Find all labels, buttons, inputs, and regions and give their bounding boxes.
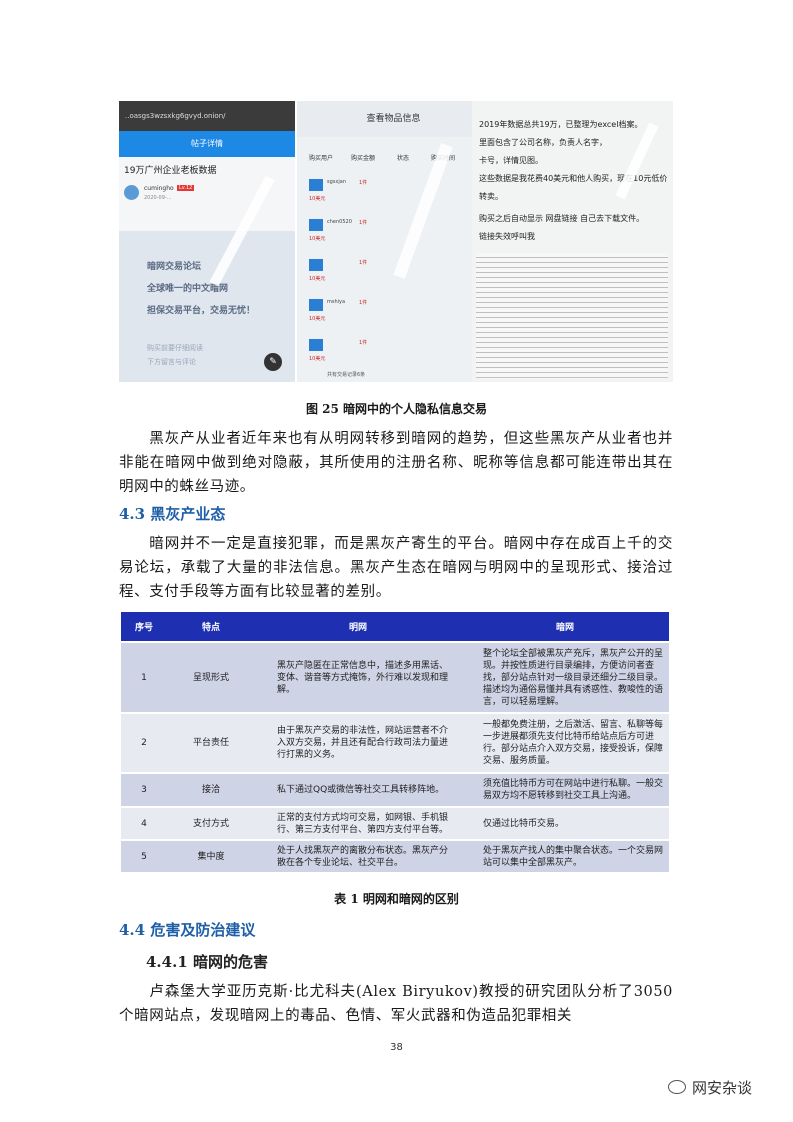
cell-feature: 呈现形式 [167, 641, 255, 713]
paragraph-text: 卢森堡大学亚历克斯·比尤科夫(Alex Biryukov)教授的研究团队分析了3… [119, 984, 673, 1024]
cell-clearnet: 正常的支付方式均可交易，如网银、手机银行、第三方支付平台、第四方支付平台等。 [255, 806, 461, 840]
table-row: 2 平台责任 由于黑灰产交易的非法性，网站运营者不介入双方交易，并且还有配合行政… [121, 712, 669, 773]
cell-feature: 接洽 [167, 772, 255, 807]
table-row: 1 呈现形式 黑灰产隐匿在正常信息中，描述多用黑话、变体、谐音等方式掩饰，外行难… [121, 641, 669, 713]
column-header: 购买金额 [351, 155, 376, 162]
figure-photos: ..oasgs3wzsxkg6gvyd.onion/ 帖子详情 19万广州企业老… [119, 101, 673, 382]
item-thumbnail [309, 179, 323, 191]
record-buyer: sgsxjan [327, 179, 346, 185]
cell-clearnet: 黑灰产隐匿在正常信息中，描述多用黑话、变体、谐音等方式掩饰，外行难以发现和理解。 [255, 641, 461, 713]
record-row: 1件 10美元 [309, 335, 479, 375]
record-price: 10美元 [309, 356, 326, 362]
banner-note: 购买前要仔细阅读 [147, 344, 203, 352]
screenshot-sale-description: 2019年数据总共19万，已整理为excel档案。 里面包含了公司名称，负责人名… [472, 101, 673, 382]
banner-line: 暗网交易论坛 [147, 262, 202, 272]
record-row: mshiya 1件 10美元 [309, 295, 479, 335]
table-row: 3 接洽 私下通过QQ或微信等社交工具转移阵地。 须充值比特币方可在网站中进行私… [121, 772, 669, 807]
wechat-icon [668, 1080, 686, 1094]
avatar [124, 185, 139, 200]
edit-icon[interactable]: ✎ [264, 353, 282, 371]
table-row: 5 集中度 处于人找黑灰产的离散分布状态。黑灰产分散在各个专业论坛、社交平台。 … [121, 839, 669, 872]
cell-number: 1 [121, 641, 167, 713]
screenshot-purchase-records: 查看物品信息 购买用户 购买金额 状态 购买时间 sgsxjan 1件 10美元… [297, 101, 490, 382]
column-header: 序号 [121, 612, 167, 642]
comparison-table: 序号 特点 明网 暗网 1 呈现形式 黑灰产隐匿在正常信息中，描述多用黑话、变体… [121, 612, 669, 872]
column-header: 暗网 [461, 612, 669, 642]
description-line: 里面包含了公司名称，负责人名字， [479, 138, 607, 147]
record-qty: 1件 [359, 300, 368, 306]
records-total: 共有交易记录6条 [327, 372, 366, 378]
item-thumbnail [309, 219, 323, 231]
post-author: cumingho [144, 185, 174, 192]
table-caption: 表 1 明网和暗网的区别 [334, 892, 459, 906]
item-thumbnail [309, 259, 323, 271]
section-heading: 4.4 危害及防治建议 [119, 921, 256, 939]
url-bar: ..oasgs3wzsxkg6gvyd.onion/ [119, 101, 295, 131]
table-header-row: 序号 特点 明网 暗网 [121, 612, 669, 642]
record-price: 10美元 [309, 196, 326, 202]
record-buyer: chen0520 [327, 219, 352, 225]
cell-number: 5 [121, 839, 167, 872]
cell-number: 2 [121, 712, 167, 773]
paragraph: 卢森堡大学亚历克斯·比尤科夫(Alex Biryukov)教授的研究团队分析了3… [119, 980, 673, 1028]
cell-darknet: 一般都免费注册，之后激活、留言、私聊等每一步进展都须先支付比特币给站点后方可进行… [461, 712, 669, 773]
paragraph: 黑灰产从业者近年来也有从明网转移到暗网的趋势，但这些黑灰产从业者也并非能在暗网中… [119, 427, 673, 499]
column-header: 购买用户 [309, 155, 334, 162]
figure-caption: 图 25 暗网中的个人隐私信息交易 [305, 402, 488, 416]
cell-darknet: 处于黑灰产找人的集中聚合状态。一个交易网站可以集中全部黑灰产。 [461, 839, 669, 872]
item-thumbnail [309, 339, 323, 351]
record-price: 10美元 [309, 236, 326, 242]
cell-darknet: 仅通过比特币交易。 [461, 806, 669, 840]
cell-clearnet: 私下通过QQ或微信等社交工具转移阵地。 [255, 772, 461, 807]
description-line: 2019年数据总共19万，已整理为excel档案。 [479, 120, 643, 129]
record-qty: 1件 [359, 220, 368, 226]
column-header: 特点 [167, 612, 255, 642]
record-price: 10美元 [309, 316, 326, 322]
records-header: 查看物品信息 [297, 101, 490, 137]
spreadsheet-image [476, 253, 668, 379]
cell-number: 4 [121, 806, 167, 840]
cell-feature: 集中度 [167, 839, 255, 872]
record-qty: 1件 [359, 180, 368, 186]
cell-feature: 支付方式 [167, 806, 255, 840]
screenshot-forum-post: ..oasgs3wzsxkg6gvyd.onion/ 帖子详情 19万广州企业老… [119, 101, 295, 382]
table-row: 4 支付方式 正常的支付方式均可交易，如网银、手机银行、第三方支付平台、第四方支… [121, 806, 669, 840]
description-line: 链接失效呼叫我 [479, 232, 535, 241]
app-title-bar: 帖子详情 [119, 131, 295, 157]
column-header: 明网 [255, 612, 461, 642]
section-heading: 4.3 黑灰产业态 [119, 505, 226, 523]
cell-number: 3 [121, 772, 167, 807]
record-row: chen0520 1件 10美元 [309, 215, 479, 255]
level-badge: Lv.12 [177, 185, 195, 191]
watermark: 网安杂谈 [668, 1077, 752, 1098]
description-line: 转卖。 [479, 192, 503, 201]
description-line: 购买之后自动显示 网盘链接 自己去下载文件。 [479, 214, 645, 223]
cell-darknet: 须充值比特币方可在网站中进行私聊。一般交易双方均不愿转移到社交工具上沟通。 [461, 772, 669, 807]
record-buyer: mshiya [327, 299, 346, 305]
column-header: 状态 [397, 155, 410, 162]
cell-darknet: 整个论坛全部被黑灰产充斥，黑灰产公开的呈现。并按性质进行目录编排，方便访问者查找… [461, 641, 669, 713]
subsection-heading: 4.4.1 暗网的危害 [146, 953, 268, 971]
record-row: sgsxjan 1件 10美元 [309, 175, 479, 215]
cell-clearnet: 由于黑灰产交易的非法性，网站运营者不介入双方交易，并且还有配合行政司法力量进行打… [255, 712, 461, 773]
paragraph: 暗网并不一定是直接犯罪，而是黑灰产寄生的平台。暗网中存在成百上千的交易论坛，承载… [119, 532, 673, 604]
cell-feature: 平台责任 [167, 712, 255, 773]
cell-clearnet: 处于人找黑灰产的离散分布状态。黑灰产分散在各个专业论坛、社交平台。 [255, 839, 461, 872]
banner-line: 担保交易平台，交易无忧！ [147, 306, 256, 316]
record-qty: 1件 [359, 260, 368, 266]
watermark-text: 网安杂谈 [692, 1079, 753, 1097]
page-number: 38 [390, 1042, 403, 1053]
record-price: 10美元 [309, 276, 326, 282]
item-thumbnail [309, 299, 323, 311]
banner-note: 下方留言与评论 [147, 358, 196, 366]
paragraph-text: 暗网并不一定是直接犯罪，而是黑灰产寄生的平台。暗网中存在成百上千的交易论坛，承载… [119, 536, 673, 600]
description-line: 这些数据是我花费40美元和他人购买，现在10元低价 [479, 174, 668, 183]
light-glare [615, 122, 659, 200]
paragraph-text: 黑灰产从业者近年来也有从明网转移到暗网的趋势，但这些黑灰产从业者也并非能在暗网中… [119, 431, 673, 495]
description-line: 卡号，详情见图。 [479, 156, 543, 165]
post-date: 2020-09-... [144, 195, 172, 201]
record-qty: 1件 [359, 340, 368, 346]
post-title: 19万广州企业老板数据 [124, 166, 217, 176]
